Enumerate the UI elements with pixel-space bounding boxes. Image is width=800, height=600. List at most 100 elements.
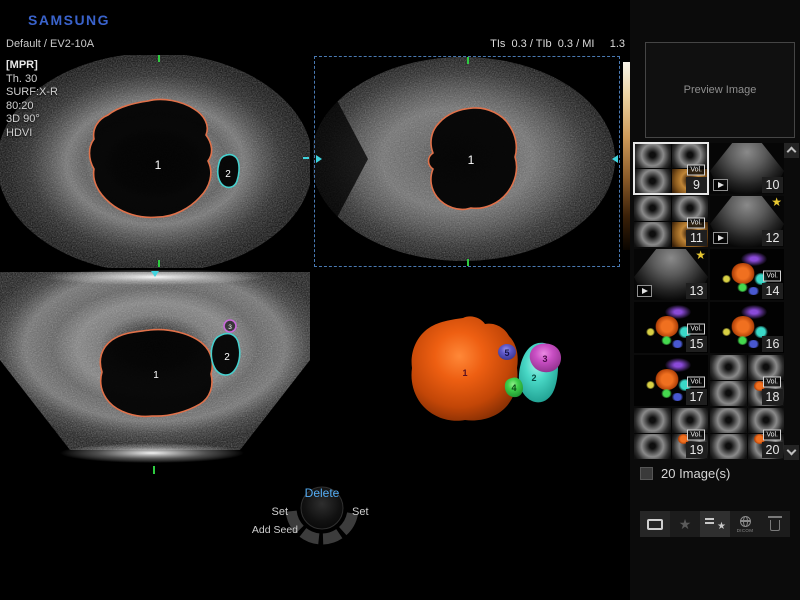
select-all-checkbox[interactable] (640, 467, 653, 480)
star-icon: ★ (679, 517, 692, 531)
thumbnail-number: 16 (762, 336, 783, 352)
vol-badge: Vol. (763, 429, 781, 440)
thumb-cell (634, 222, 671, 247)
thumbnail-9[interactable]: Vol.9 (634, 143, 708, 194)
trackball-menu: Delete Set Set Add Seed (250, 480, 394, 550)
thumb-cell (710, 434, 747, 459)
thumbnail-14[interactable]: Vol.14 (710, 249, 784, 300)
mini-segment-blue (671, 393, 684, 401)
play-icon (713, 232, 728, 244)
thumb-cell (634, 196, 671, 221)
quadrant-3d-render[interactable]: 1 2 3 4 5 (313, 270, 621, 480)
thumbnail-17[interactable]: Vol.17 (634, 355, 708, 406)
thumbnail-number: 13 (686, 283, 707, 299)
mpr-param-thickness: Th. 30 (6, 73, 58, 87)
star-icon: ★ (717, 520, 726, 534)
trash-icon (770, 520, 780, 531)
mini-segment-green (737, 336, 748, 345)
scroll-up-button[interactable] (784, 143, 799, 158)
thumbnail-number: 12 (762, 230, 783, 246)
ultrasound-app: SAMSUNG Default / EV2-10A TIs 0.3 / TIb … (0, 0, 800, 600)
thumbnail-18[interactable]: Vol. 18 (710, 355, 784, 406)
preview-image-label: Preview Image (684, 84, 757, 96)
thumbnail-15[interactable]: Vol.15 (634, 302, 708, 353)
thumbnail-number: 11 (686, 230, 707, 246)
mpr-param-hdvi: HDVI (6, 127, 58, 141)
delete-image-button[interactable] (760, 511, 790, 537)
chevron-up-icon (787, 147, 797, 157)
thumbnail-16[interactable]: 16 (710, 302, 784, 353)
dicom-label: DICOM (737, 528, 754, 533)
thumbnail-11[interactable]: Vol. 11 (634, 196, 708, 247)
mpr-param-surface: SURF:X-R (6, 86, 58, 100)
axis-marker-top (151, 271, 159, 277)
vol-badge: Vol. (687, 217, 705, 228)
scroll-down-button[interactable] (784, 445, 799, 460)
axis-tick-bottom (158, 260, 160, 267)
thumbnail-number: 15 (686, 336, 707, 352)
contour-label-1: 1 (468, 153, 475, 167)
ultrasound-image-top-right: 1 (313, 55, 621, 268)
thumbnail-number: 17 (686, 389, 707, 405)
mini-segment-green (661, 389, 672, 398)
quadrant-bottom-left[interactable]: 1 2 3 (0, 270, 310, 480)
chevron-down-icon (787, 446, 797, 456)
select-image-button[interactable] (640, 511, 670, 537)
dicom-send-button[interactable]: DICOM (730, 511, 760, 537)
segment-label-1: 1 (462, 368, 467, 378)
vol-badge: Vol. (687, 429, 705, 440)
star-icon: ★ (771, 196, 782, 209)
quadrant-top-right[interactable]: 1 (313, 55, 621, 268)
thumbnail-19[interactable]: Vol. 19 (634, 408, 708, 459)
mini-segment-blue (747, 340, 760, 348)
thumb-cell (710, 355, 747, 380)
contour-label-1: 1 (153, 370, 159, 381)
axis-tick-bottom (467, 259, 469, 266)
soft-key-set-right[interactable]: Set (352, 506, 369, 518)
thumbnail-20[interactable]: Vol.20 (710, 408, 784, 459)
thumb-cell (710, 408, 747, 433)
mini-segment-yellow (722, 328, 731, 336)
mpr-title: [MPR] (6, 59, 58, 73)
contour-region-1[interactable] (90, 99, 212, 217)
mini-segment-orange (655, 369, 679, 390)
play-icon (637, 285, 652, 297)
vol-badge: Vol. (763, 376, 781, 387)
mpr-param-mix: 80:20 (6, 100, 58, 114)
thumbnail-number: 14 (762, 283, 783, 299)
clipboard-sidebar: Preview Image Vol.910Vol.11★12★13Vol.14V… (630, 0, 800, 600)
contour-label-2: 2 (225, 169, 231, 180)
mpr-parameters: [MPR] Th. 30 SURF:X-R 80:20 3D 90° HDVI (6, 59, 58, 140)
filter-starred-button[interactable]: ★ (700, 511, 730, 537)
thumb-cell (634, 143, 671, 168)
mini-segment-orange (731, 316, 755, 337)
thumb-cell (710, 381, 747, 406)
thumbnail-number: 18 (762, 389, 783, 405)
thumbnail-10[interactable]: 10 (710, 143, 784, 194)
mini-segment-yellow (646, 328, 655, 336)
thumbnail-number: 19 (686, 442, 707, 458)
favorite-button[interactable]: ★ (670, 511, 700, 537)
thumbnail-12[interactable]: ★ 12 (710, 196, 784, 247)
axis-marker-left (316, 155, 322, 163)
soft-key-set-left[interactable]: Set (250, 506, 288, 518)
thumbnail-13[interactable]: ★ 13 (634, 249, 708, 300)
render-3d-segments: 1 2 3 4 5 (313, 270, 621, 480)
thumbnail-number: 10 (762, 177, 783, 193)
soft-key-delete[interactable]: Delete (250, 486, 394, 500)
soft-key-add-seed[interactable]: Add Seed (250, 524, 298, 536)
contour-label-3: 3 (228, 324, 232, 331)
thumbnail-number: 9 (686, 177, 707, 193)
axis-tick-top (158, 55, 160, 62)
star-icon: ★ (695, 249, 706, 262)
segment-label-5: 5 (504, 348, 509, 358)
thumb-cell (634, 434, 671, 459)
list-lines-icon (705, 518, 714, 520)
axis-tick-right (303, 157, 309, 159)
thumb-cell (634, 408, 671, 433)
contour-label-2: 2 (224, 352, 230, 363)
exposure-indices: TIs 0.3 / TIb 0.3 / MI 1.3 (420, 38, 625, 50)
dicom-globe-icon (740, 516, 751, 527)
axis-tick-top (467, 57, 469, 64)
contour-label-1: 1 (155, 158, 162, 172)
